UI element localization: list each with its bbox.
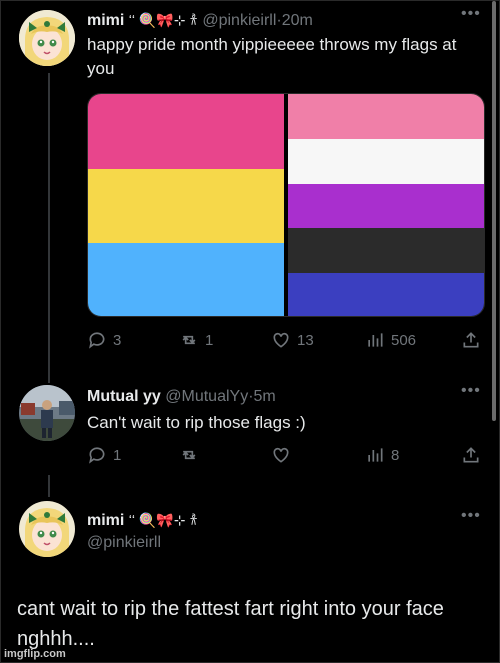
genderfluid-flag-image [288,94,484,316]
retweet-button[interactable]: 1 [179,330,213,350]
thread-line [48,73,50,383]
avatar[interactable] [19,501,75,557]
like-icon [273,332,289,348]
tweet-2-header: Mutual yy @MutualYy·5m [87,387,276,407]
share-button[interactable] [461,330,481,350]
views-button[interactable]: 506 [365,330,416,350]
reply-count: 3 [113,331,122,349]
display-name[interactable]: mimi [87,512,124,529]
tweet-1-header: mimi ʻʻ 🍭🎀⊹ 𐀪 @pinkieirll·20m [87,10,313,31]
thread-line [48,475,50,497]
retweet-button[interactable] [179,445,205,465]
flag-stripe [88,94,284,169]
avatar[interactable] [19,385,75,441]
reply-button[interactable]: 3 [87,330,121,350]
name-emojis: ʻʻ 🍭🎀⊹ 𐀪 [128,12,198,28]
share-icon [463,332,479,348]
more-icon[interactable]: ••• [461,507,481,525]
pansexual-flag-image [88,94,284,316]
imgflip-watermark: imgflip.com [4,648,66,660]
like-button[interactable] [271,445,297,465]
more-icon[interactable]: ••• [461,5,481,23]
display-name[interactable]: Mutual yy [87,388,161,405]
retweet-icon [182,450,196,460]
retweet-count: 1 [205,331,214,349]
views-icon [368,448,383,462]
like-icon [273,447,289,463]
handle[interactable]: @pinkieirll [202,12,276,29]
avatar-photo-image [19,385,75,441]
views-icon [368,333,383,347]
like-count: 13 [297,331,314,349]
avatar[interactable] [19,10,75,66]
flag-stripe [288,139,484,184]
avatar-anime-girl-image [19,10,75,66]
tweet-media[interactable] [87,93,485,317]
reply-count: 1 [113,446,122,464]
flag-stripe [88,243,284,316]
avatar-anime-girl-image [19,501,75,557]
views-button[interactable]: 8 [365,445,399,465]
like-button[interactable]: 13 [271,330,314,350]
name-emojis: ʻʻ 🍭🎀⊹ 𐀪 [128,512,198,528]
timestamp[interactable]: 5m [254,388,276,405]
flag-stripe [88,169,284,243]
flag-stripe [288,184,484,228]
reply-icon [89,447,105,464]
flag-stripe [288,94,484,139]
tweet-1-text: happy pride month yippieeeee throws my f… [87,35,457,78]
tweet-3-text: cant wait to rip the fattest fart right … [17,598,444,650]
twitter-thread: mimi ʻʻ 🍭🎀⊹ 𐀪 @pinkieirll·20m ••• happy … [0,0,500,663]
reply-icon [89,332,105,349]
timestamp[interactable]: 20m [282,12,313,29]
reply-button[interactable]: 1 [87,445,121,465]
views-count: 8 [391,446,400,464]
handle[interactable]: @MutualYy [165,388,248,405]
tweet-3-header: mimi ʻʻ 🍭🎀⊹ 𐀪 [87,510,198,531]
retweet-icon [182,335,196,345]
share-button[interactable] [461,445,481,465]
scrollbar[interactable] [492,1,496,421]
flag-stripe [288,228,484,273]
handle[interactable]: @pinkieirll [87,534,161,552]
more-icon[interactable]: ••• [461,382,481,400]
tweet-2-actions: 1 8 [87,445,487,469]
tweet-2-text: Can't wait to rip those flags :) [87,413,306,432]
views-count: 506 [391,331,417,349]
share-icon [463,447,479,463]
display-name[interactable]: mimi [87,12,124,29]
flag-stripe [288,273,484,316]
tweet-1-actions: 3 1 13 506 [87,330,487,354]
